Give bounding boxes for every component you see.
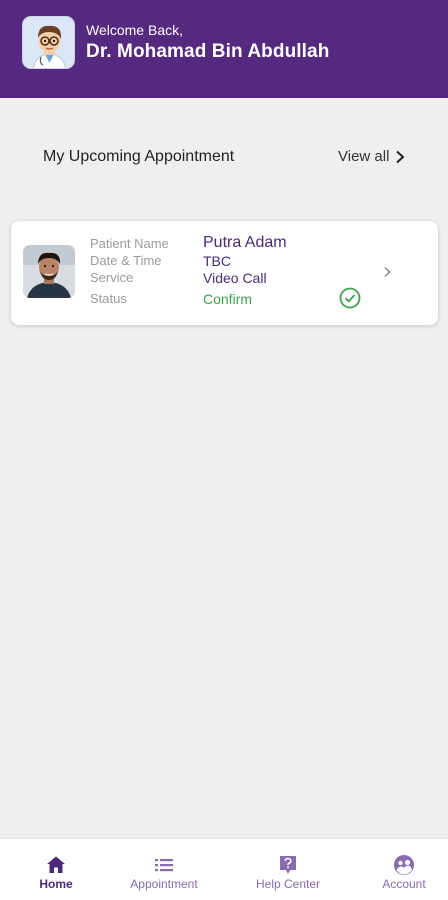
help-icon <box>280 856 296 874</box>
date-time-label: Date & Time <box>90 253 162 268</box>
bottom-tab-bar: Home Appointment Help Center Account <box>0 838 448 900</box>
patient-name-label: Patient Name <box>90 236 169 251</box>
tab-account[interactable]: Account <box>348 839 448 900</box>
patient-name-value: Putra Adam <box>203 234 287 251</box>
tab-home-label: Home <box>39 877 73 891</box>
date-time-value: TBC <box>203 253 231 269</box>
appointment-card[interactable]: Patient Name Date & Time Service Status … <box>11 221 438 325</box>
list-icon <box>155 859 173 872</box>
app-header: Welcome Back, Dr. Mohamad Bin Abdullah <box>0 0 448 98</box>
tab-help-center[interactable]: Help Center <box>232 839 344 900</box>
status-value: Confirm <box>203 291 253 307</box>
tab-help-center-label: Help Center <box>255 877 321 891</box>
doctor-cartoon-icon <box>23 17 74 68</box>
status-label: Status <box>90 291 127 306</box>
patient-photo-image <box>23 245 75 298</box>
greeting-text: Welcome Back, <box>86 22 183 38</box>
section-title: My Upcoming Appointment <box>43 148 235 165</box>
home-icon <box>47 856 65 873</box>
tab-home[interactable]: Home <box>0 839 112 900</box>
tab-account-label: Account <box>382 877 426 891</box>
tab-appointment-label: Appointment <box>130 877 198 891</box>
chevron-right-icon <box>384 266 391 278</box>
check-circle-icon <box>339 287 361 309</box>
doctor-name: Dr. Mohamad Bin Abdullah <box>86 41 330 62</box>
chevron-right-icon <box>396 150 405 163</box>
service-value: Video Call <box>203 270 267 286</box>
account-icon <box>394 855 414 875</box>
view-all-label: View all <box>338 148 390 165</box>
view-all-link[interactable]: View all <box>338 148 405 165</box>
service-label: Service <box>90 270 134 285</box>
patient-photo <box>23 245 75 298</box>
tab-appointment[interactable]: Appointment <box>108 839 220 900</box>
doctor-avatar[interactable] <box>22 16 75 69</box>
